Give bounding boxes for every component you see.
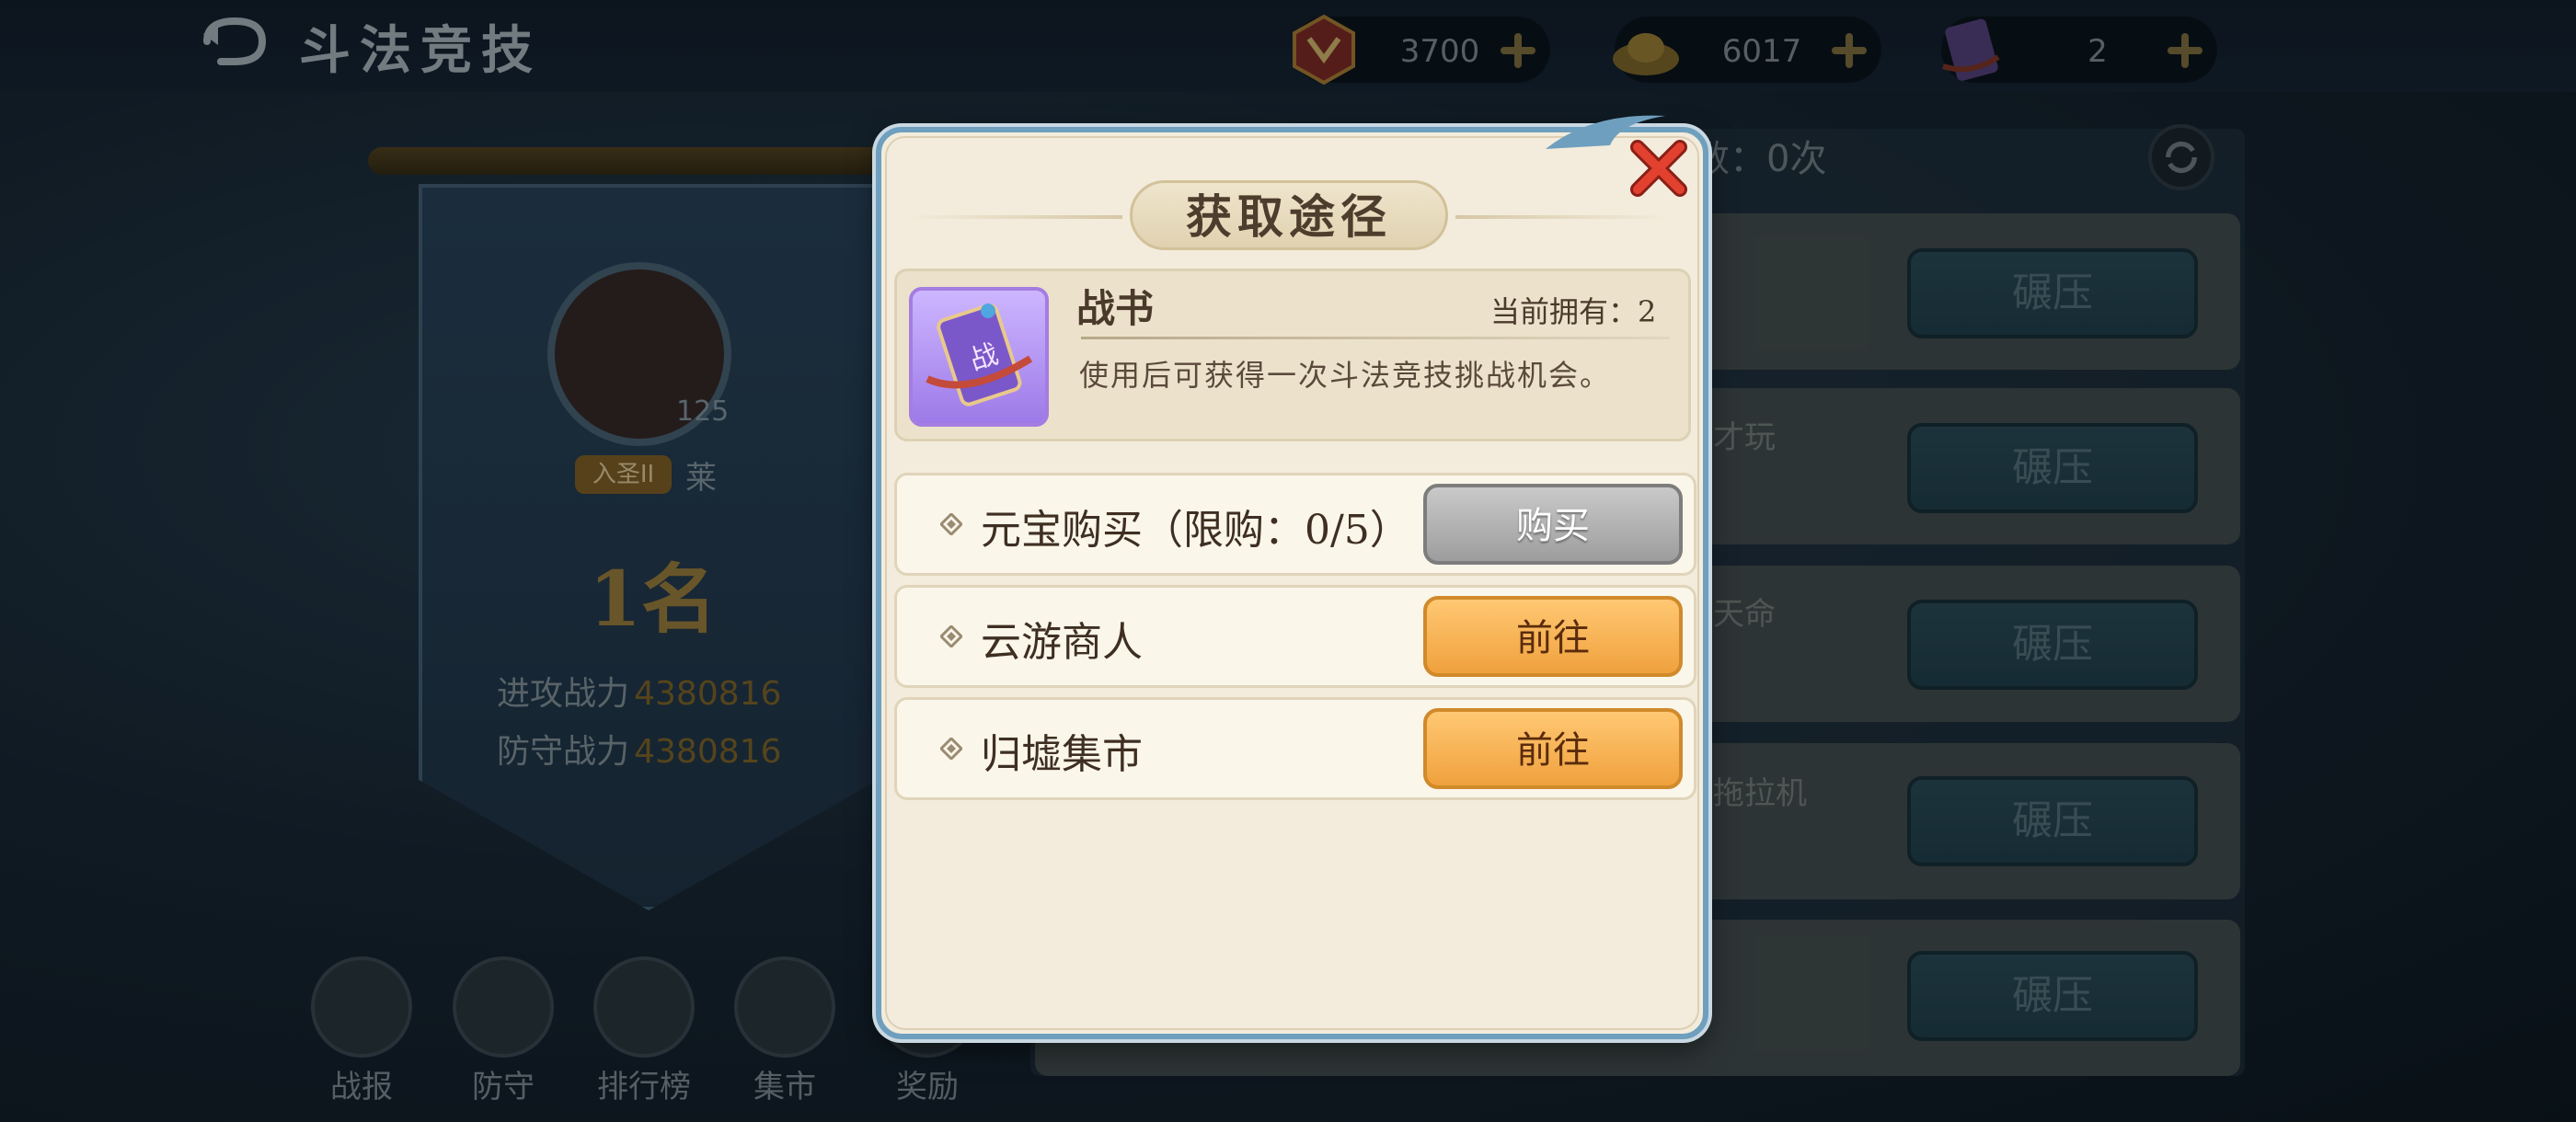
go-button[interactable]: 前往 (1423, 596, 1683, 677)
buy-button[interactable]: 购买 (1423, 484, 1683, 565)
diamond-bullet-icon (940, 625, 962, 647)
title-ornament-left (906, 215, 1122, 219)
item-name: 战书 (1076, 286, 1155, 331)
source-label: 归墟集市 (981, 731, 1143, 778)
diamond-bullet-icon (940, 738, 962, 760)
source-label: 元宝购买（限购：0/5） (981, 507, 1410, 554)
dialog-title: 获取途径 (1186, 189, 1392, 244)
source-label: 云游商人 (981, 619, 1143, 666)
item-divider (1081, 337, 1670, 339)
title-ornament-right (1455, 215, 1672, 219)
go-button[interactable]: 前往 (1423, 708, 1683, 789)
item-owned-count: 当前拥有：2 (1490, 294, 1657, 329)
diamond-bullet-icon (940, 513, 962, 535)
item-description: 使用后可获得一次斗法竞技挑战机会。 (1079, 358, 1612, 393)
close-icon[interactable] (1627, 136, 1691, 200)
battle-scroll-icon: 战 (909, 287, 1049, 427)
